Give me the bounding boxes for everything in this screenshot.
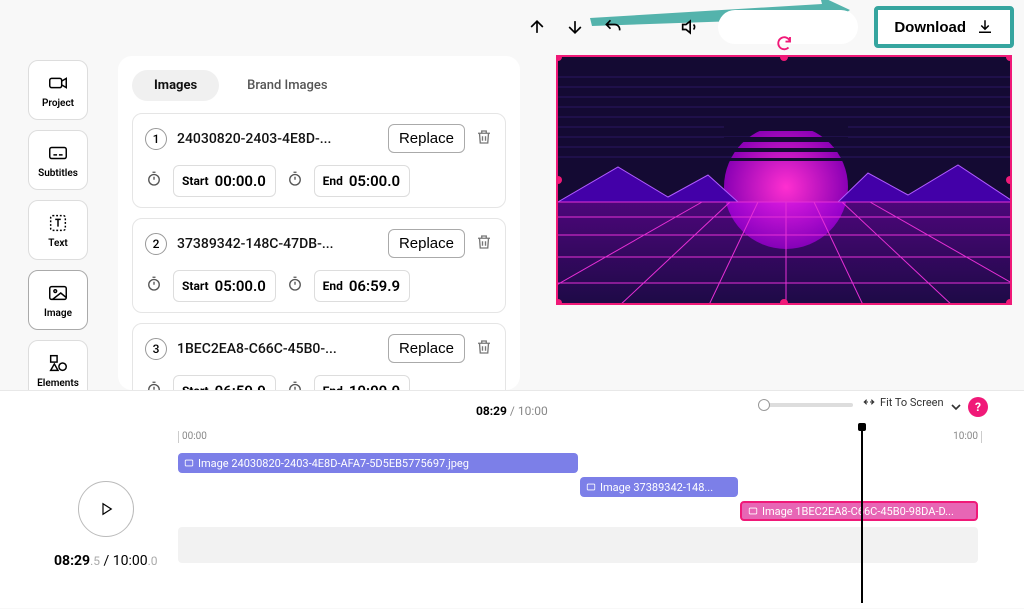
file-name: 1BEC2EA8-C66C-45B0-... bbox=[177, 341, 378, 357]
time-readout: 08:29 / 10:00 bbox=[476, 404, 548, 418]
stopwatch-icon bbox=[145, 170, 163, 192]
download-button[interactable]: Download bbox=[874, 6, 1014, 48]
timeline-clip-3[interactable]: Image 1BEC2EA8-C66C-45B0-98DA-D... bbox=[740, 501, 978, 521]
resize-handle[interactable] bbox=[556, 299, 562, 305]
item-number: 3 bbox=[145, 338, 167, 360]
sidebar-item-project[interactable]: Project bbox=[28, 60, 88, 120]
fit-icon bbox=[862, 395, 876, 409]
text-icon bbox=[47, 212, 69, 234]
top-toolbar: Download bbox=[526, 6, 1014, 48]
timeline-footer: 08:29 / 10:00 Fit To Screen ? 08:29.5 / … bbox=[0, 390, 1024, 608]
trash-icon[interactable] bbox=[475, 128, 493, 150]
help-button[interactable]: ? bbox=[968, 397, 988, 417]
ruler-end: 10:00 bbox=[953, 431, 982, 443]
image-icon bbox=[47, 282, 69, 304]
resize-handle[interactable] bbox=[780, 299, 788, 305]
start-time-input[interactable]: Start06:59.9 bbox=[173, 375, 276, 390]
item-number: 2 bbox=[145, 233, 167, 255]
stopwatch-icon bbox=[286, 275, 304, 297]
end-time-input[interactable]: End10:00.0 bbox=[314, 375, 410, 390]
chevron-down-icon[interactable] bbox=[948, 399, 964, 419]
zoom-slider[interactable] bbox=[758, 403, 853, 407]
stopwatch-icon bbox=[286, 170, 304, 192]
playhead[interactable] bbox=[861, 427, 863, 603]
arrow-up-icon[interactable] bbox=[526, 16, 548, 38]
end-time-input[interactable]: End06:59.9 bbox=[314, 270, 410, 302]
images-panel: Images Brand Images 1 24030820-2403-4E8D… bbox=[118, 56, 520, 390]
stopwatch-icon bbox=[145, 380, 163, 390]
subtitles-icon bbox=[47, 142, 69, 164]
trash-icon[interactable] bbox=[475, 338, 493, 360]
synthwave-image bbox=[558, 57, 1012, 305]
speaker-icon[interactable] bbox=[680, 16, 702, 38]
undo-icon[interactable] bbox=[602, 16, 624, 38]
download-icon bbox=[976, 18, 994, 36]
end-time-input[interactable]: End 05:00.0 bbox=[314, 165, 410, 197]
image-card-2: 2 37389342-148C-47DB-... Replace Start05… bbox=[132, 218, 506, 313]
file-name: 37389342-148C-47DB-... bbox=[177, 236, 378, 252]
tab-images[interactable]: Images bbox=[132, 70, 219, 101]
panel-tabs: Images Brand Images bbox=[132, 70, 506, 101]
tab-brand-images[interactable]: Brand Images bbox=[225, 70, 349, 101]
camera-icon bbox=[47, 72, 69, 94]
stopwatch-icon bbox=[145, 275, 163, 297]
play-icon bbox=[97, 500, 115, 518]
sidebar: Project Subtitles Text Image Elements bbox=[28, 60, 88, 400]
sidebar-item-subtitles[interactable]: Subtitles bbox=[28, 130, 88, 190]
download-label: Download bbox=[894, 19, 966, 36]
preview-canvas[interactable] bbox=[556, 55, 1012, 305]
stopwatch-icon bbox=[286, 380, 304, 390]
arrow-down-icon[interactable] bbox=[564, 16, 586, 38]
play-time-readout: 08:29.5 / 10:00.0 bbox=[54, 553, 158, 569]
fit-to-screen-toggle[interactable]: Fit To Screen bbox=[862, 395, 952, 409]
ruler-start: 00:00 bbox=[178, 431, 207, 443]
replace-button[interactable]: Replace bbox=[388, 334, 465, 363]
start-time-input[interactable]: Start05:00.0 bbox=[173, 270, 276, 302]
replace-button[interactable]: Replace bbox=[388, 229, 465, 258]
resize-handle[interactable] bbox=[1006, 176, 1012, 184]
image-card-1: 1 24030820-2403-4E8D-... Replace Start 0… bbox=[132, 113, 506, 208]
timeline-clip-2[interactable]: Image 37389342-148... bbox=[580, 477, 738, 497]
resize-handle[interactable] bbox=[1006, 55, 1012, 61]
zoom-thumb[interactable] bbox=[758, 399, 770, 411]
file-name: 24030820-2403-4E8D-... bbox=[177, 131, 378, 147]
tracks-area[interactable]: 00:00 10:00 Image 24030820-2403-4E8D-AFA… bbox=[178, 431, 982, 601]
redo-icon[interactable] bbox=[775, 34, 793, 56]
timeline-clip-1[interactable]: Image 24030820-2403-4E8D-AFA7-5D5EB57756… bbox=[178, 453, 578, 473]
resize-handle[interactable] bbox=[1006, 299, 1012, 305]
shapes-icon bbox=[47, 352, 69, 374]
trash-icon[interactable] bbox=[475, 233, 493, 255]
item-number: 1 bbox=[145, 128, 167, 150]
audio-track[interactable] bbox=[178, 527, 978, 563]
replace-button[interactable]: Replace bbox=[388, 124, 465, 153]
image-card-3: 3 1BEC2EA8-C66C-45B0-... Replace Start06… bbox=[132, 323, 506, 390]
timeline-body: 08:29.5 / 10:00.0 00:00 10:00 Image 2403… bbox=[0, 431, 1024, 609]
start-time-input[interactable]: Start 00:00.0 bbox=[173, 165, 276, 197]
sidebar-item-image[interactable]: Image bbox=[28, 270, 88, 330]
play-button[interactable] bbox=[78, 481, 134, 537]
sidebar-item-text[interactable]: Text bbox=[28, 200, 88, 260]
